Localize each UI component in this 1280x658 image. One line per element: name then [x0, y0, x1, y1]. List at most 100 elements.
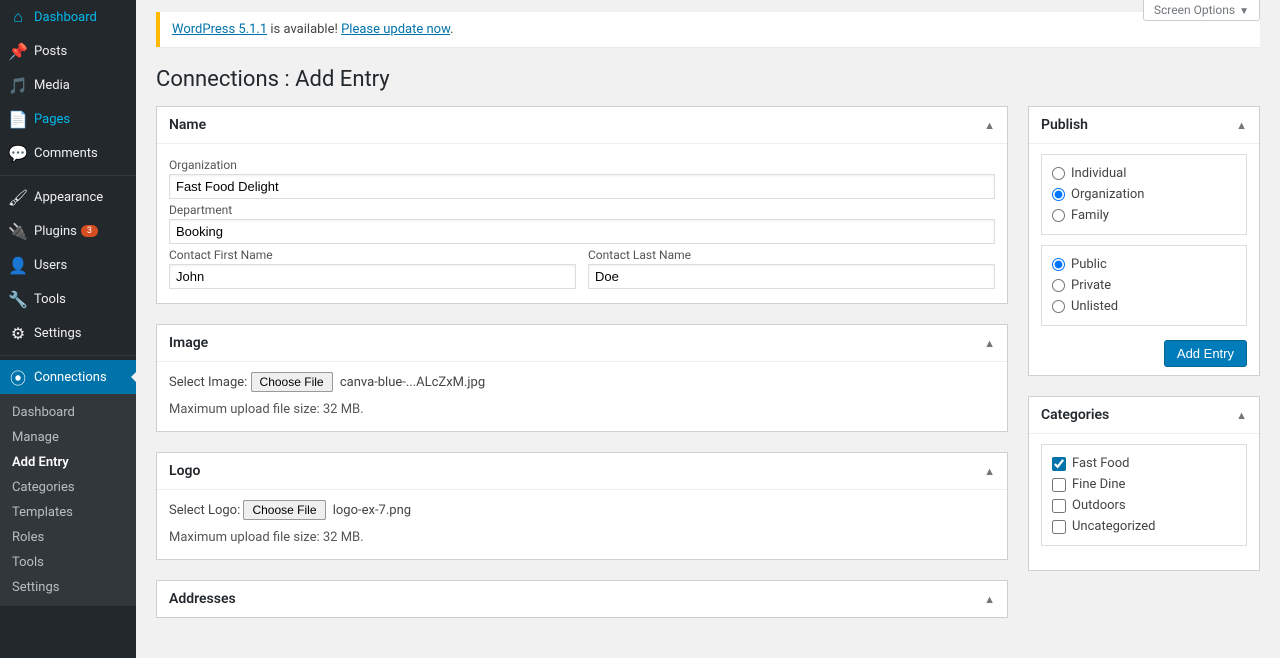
entry-type-radio[interactable]	[1052, 188, 1065, 201]
collapse-icon: ▲	[984, 119, 995, 132]
collapse-icon: ▲	[984, 337, 995, 350]
panel-title: Publish	[1041, 117, 1088, 133]
main-content: Screen Options▼ WordPress 5.1.1 is avail…	[136, 0, 1280, 658]
submenu-item-dashboard[interactable]: Dashboard	[0, 400, 136, 425]
visibility-radio[interactable]	[1052, 279, 1065, 292]
connections-icon: ⦿	[8, 367, 28, 387]
category-checkbox[interactable]	[1052, 478, 1066, 492]
chevron-down-icon: ▼	[1239, 6, 1249, 17]
sidebar-item-label: Posts	[34, 44, 67, 59]
visibility-radio[interactable]	[1052, 300, 1065, 313]
category-fast-food[interactable]: Fast Food	[1052, 453, 1236, 474]
first-name-input[interactable]	[169, 264, 576, 289]
submenu-item-manage[interactable]: Manage	[0, 425, 136, 450]
visibility-unlisted[interactable]: Unlisted	[1052, 296, 1236, 317]
update-now-link[interactable]: Please update now	[341, 22, 450, 37]
sidebar-item-label: Settings	[34, 326, 81, 341]
update-notice: WordPress 5.1.1 is available! Please upd…	[156, 12, 1260, 47]
sidebar-item-label: Plugins	[34, 224, 77, 239]
wordpress-version-link[interactable]: WordPress 5.1.1	[172, 22, 267, 37]
image-panel: Image ▲ Select Image: Choose File canva-…	[156, 324, 1008, 432]
first-name-label: Contact First Name	[169, 248, 576, 262]
choose-image-button[interactable]: Choose File	[251, 372, 333, 392]
collapse-icon: ▲	[984, 593, 995, 606]
collapse-icon: ▲	[984, 465, 995, 478]
category-checkbox[interactable]	[1052, 520, 1066, 534]
department-label: Department	[169, 203, 995, 217]
sidebar-item-settings[interactable]: ⚙Settings	[0, 316, 136, 350]
submenu-item-tools[interactable]: Tools	[0, 550, 136, 575]
sidebar-item-appearance[interactable]: 🖌Appearance	[0, 180, 136, 214]
sidebar-item-media[interactable]: 🎵Media	[0, 68, 136, 102]
sidebar-item-label: Appearance	[34, 190, 103, 205]
logo-filename: logo-ex-7.png	[333, 503, 411, 518]
sidebar-item-dashboard[interactable]: ⌂ Dashboard	[0, 0, 136, 34]
sidebar-item-label: Connections	[34, 370, 107, 385]
screen-options-tab[interactable]: Screen Options▼	[1143, 0, 1260, 21]
collapse-icon: ▲	[1236, 119, 1247, 132]
organization-label: Organization	[169, 158, 995, 172]
addresses-panel-header[interactable]: Addresses ▲	[157, 581, 1007, 617]
panel-title: Categories	[1041, 407, 1109, 423]
entry-type-family[interactable]: Family	[1052, 205, 1236, 226]
submenu-item-roles[interactable]: Roles	[0, 525, 136, 550]
department-input[interactable]	[169, 219, 995, 244]
plugins-icon: 🔌	[8, 221, 28, 241]
publish-panel: Publish ▲ IndividualOrganizationFamily P…	[1028, 106, 1260, 376]
categories-list: Fast FoodFine DineOutdoorsUncategorized	[1041, 444, 1247, 546]
sidebar-item-connections[interactable]: ⦿ Connections	[0, 360, 136, 394]
sidebar-item-label: Users	[34, 258, 67, 273]
name-panel-header[interactable]: Name ▲	[157, 107, 1007, 144]
entry-type-radio[interactable]	[1052, 209, 1065, 222]
add-entry-button[interactable]: Add Entry	[1164, 340, 1247, 367]
category-checkbox[interactable]	[1052, 457, 1066, 471]
categories-panel: Categories ▲ Fast FoodFine DineOutdoorsU…	[1028, 396, 1260, 571]
category-checkbox[interactable]	[1052, 499, 1066, 513]
sidebar-item-tools[interactable]: 🔧 Tools	[0, 282, 136, 316]
image-panel-header[interactable]: Image ▲	[157, 325, 1007, 362]
visibility-group: PublicPrivateUnlisted	[1041, 245, 1247, 326]
logo-panel: Logo ▲ Select Logo: Choose File logo-ex-…	[156, 452, 1008, 560]
organization-input[interactable]	[169, 174, 995, 199]
categories-panel-header[interactable]: Categories ▲	[1029, 397, 1259, 434]
visibility-public[interactable]: Public	[1052, 254, 1236, 275]
sidebar-item-users[interactable]: 👤Users	[0, 248, 136, 282]
entry-type-individual[interactable]: Individual	[1052, 163, 1236, 184]
visibility-private[interactable]: Private	[1052, 275, 1236, 296]
logo-panel-header[interactable]: Logo ▲	[157, 453, 1007, 490]
category-outdoors[interactable]: Outdoors	[1052, 495, 1236, 516]
category-fine-dine[interactable]: Fine Dine	[1052, 474, 1236, 495]
name-panel: Name ▲ Organization Department Contact F…	[156, 106, 1008, 304]
panel-title: Name	[169, 117, 206, 133]
submenu-item-add-entry[interactable]: Add Entry	[0, 450, 136, 475]
sidebar-item-label: Comments	[34, 146, 98, 161]
publish-panel-header[interactable]: Publish ▲	[1029, 107, 1259, 144]
addresses-panel: Addresses ▲	[156, 580, 1008, 618]
sidebar-item-comments[interactable]: 💬 Comments	[0, 136, 136, 170]
sidebar-item-label: Tools	[34, 292, 66, 307]
page-title: Connections : Add Entry	[156, 67, 1260, 92]
dashboard-icon: ⌂	[8, 7, 28, 27]
sidebar-item-posts[interactable]: 📌Posts	[0, 34, 136, 68]
sidebar-item-pages[interactable]: 📄Pages	[0, 102, 136, 136]
image-filename: canva-blue-...ALcZxM.jpg	[340, 375, 485, 390]
sidebar-item-label: Dashboard	[34, 10, 97, 25]
comments-icon: 💬	[8, 143, 28, 163]
category-uncategorized[interactable]: Uncategorized	[1052, 516, 1236, 537]
collapse-icon: ▲	[1236, 409, 1247, 422]
submenu-item-categories[interactable]: Categories	[0, 475, 136, 500]
entry-type-organization[interactable]: Organization	[1052, 184, 1236, 205]
panel-title: Addresses	[169, 591, 236, 607]
entry-type-radio[interactable]	[1052, 167, 1065, 180]
panel-title: Logo	[169, 463, 200, 479]
tools-icon: 🔧	[8, 289, 28, 309]
last-name-input[interactable]	[588, 264, 995, 289]
visibility-radio[interactable]	[1052, 258, 1065, 271]
submenu-item-settings[interactable]: Settings	[0, 575, 136, 600]
submenu-item-templates[interactable]: Templates	[0, 500, 136, 525]
choose-logo-button[interactable]: Choose File	[243, 500, 325, 520]
sidebar-item-plugins[interactable]: 🔌Plugins3	[0, 214, 136, 248]
panel-title: Image	[169, 335, 208, 351]
pages-icon: 📄	[8, 109, 28, 129]
admin-sidebar: ⌂ Dashboard 📌Posts🎵Media📄Pages 💬 Comments 🖌A…	[0, 0, 136, 658]
